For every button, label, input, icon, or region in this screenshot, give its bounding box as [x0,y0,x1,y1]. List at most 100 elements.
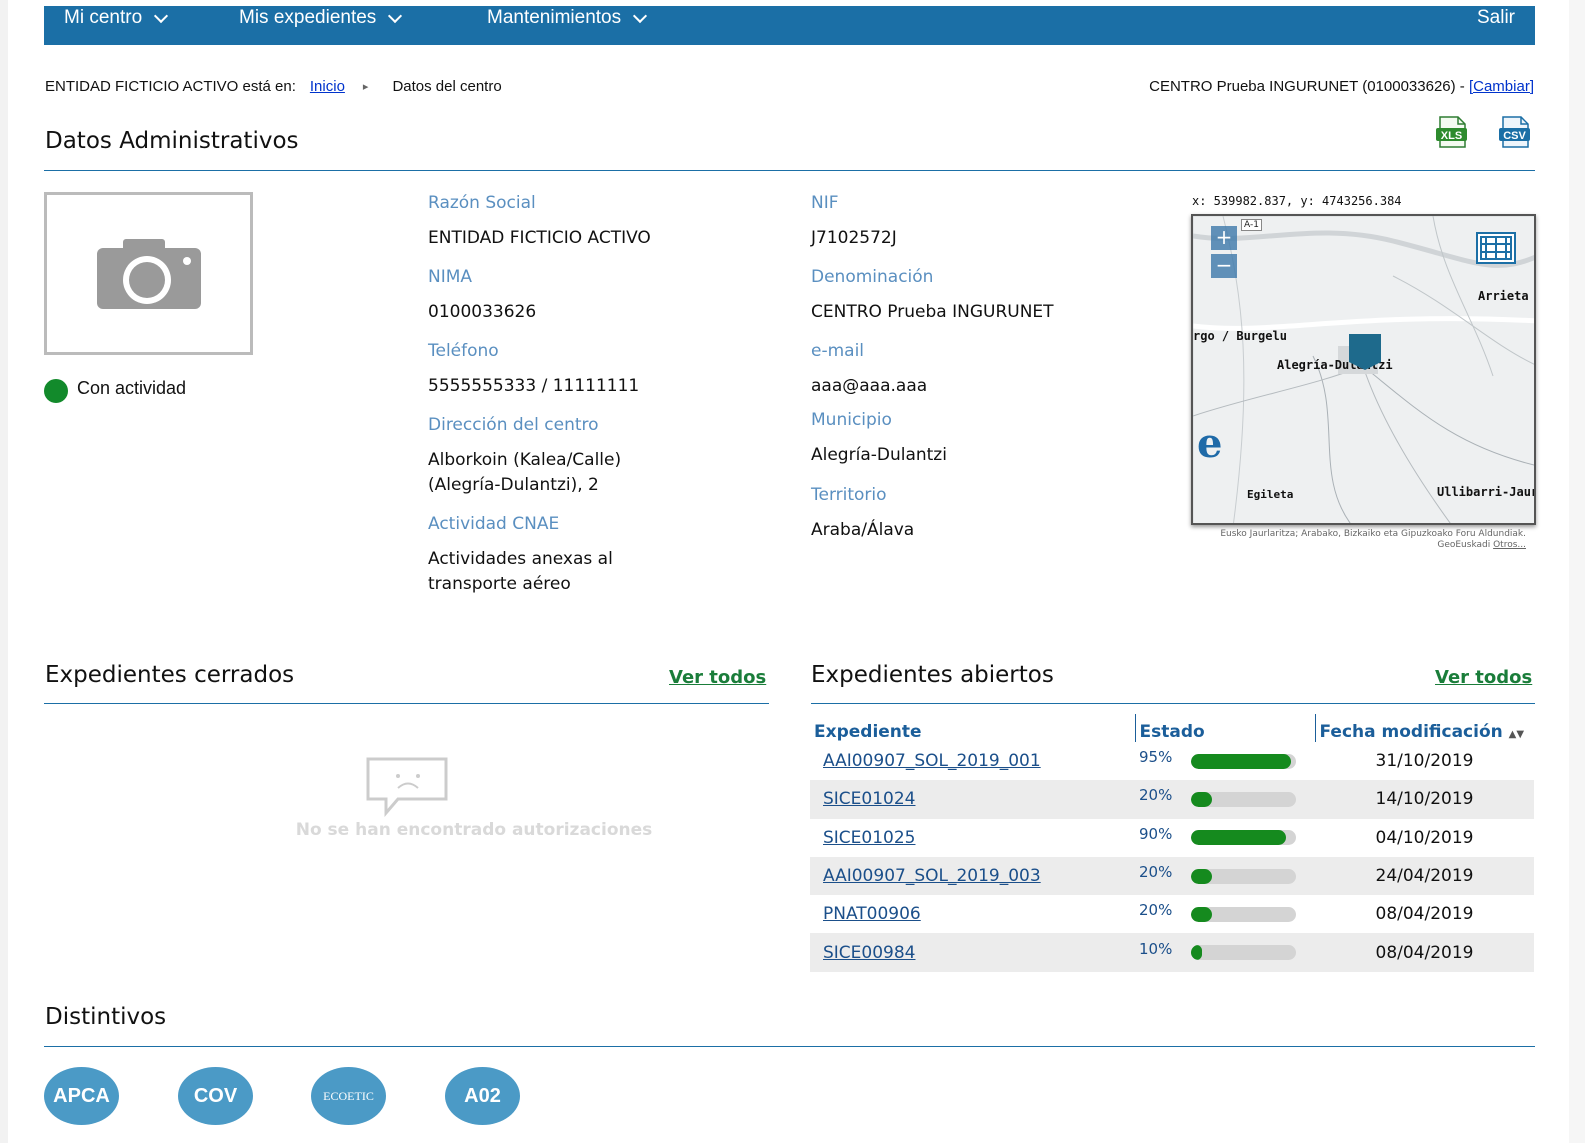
badge-a02[interactable]: A02 [445,1067,520,1125]
field-label-razon-social: Razón Social [428,193,536,213]
column-header-fecha-label: Fecha modificación [1319,722,1503,742]
map-attribution: Eusko Jaurlaritza; Arabako, Bizkaiko eta… [1192,529,1526,551]
progress-bar-fill [1191,868,1212,884]
right-gutter [1569,0,1585,1143]
change-center-link[interactable]: [Cambiar] [1469,78,1534,95]
field-label-email: e-mail [811,341,865,361]
breadcrumb-current: Datos del centro [392,78,502,95]
nav-mi-centro[interactable]: Mi centro [64,7,169,29]
center-photo-placeholder[interactable] [44,192,253,355]
table-row[interactable]: SICE00984 10% 08/04/2019 [810,933,1534,972]
cell-expediente: PNAT00906 [810,895,1135,933]
badge-cov[interactable]: COV [178,1067,253,1125]
map-location-pin-icon[interactable] [1349,334,1381,370]
column-header-fecha[interactable]: Fecha modificación ▲▼ [1314,714,1534,742]
badge-apca[interactable]: APCA [44,1067,119,1125]
xls-export-label: XLS [1441,130,1462,142]
progress-percent: 10% [1139,939,1173,958]
divider [44,1046,1535,1047]
field-label-nima: NIMA [428,267,473,287]
table-row[interactable]: AAI00907_SOL_2019_001 95% 31/10/2019 [810,742,1534,780]
sort-icon[interactable]: ▲▼ [1509,729,1524,740]
divider [44,703,769,704]
field-label-cnae: Actividad CNAE [428,514,560,534]
divider [811,703,1535,704]
progress-bar [1191,753,1296,769]
field-value-cnae-line1: Actividades anexas al [428,549,613,569]
field-value-denominacion: CENTRO Prueba INGURUNET [811,302,1054,322]
progress-percent: 20% [1139,863,1173,882]
expediente-link[interactable]: AAI00907_SOL_2019_003 [823,866,1041,886]
center-info: CENTRO Prueba INGURUNET (0100033626) - [… [1149,78,1534,95]
logout-button[interactable]: Salir [1477,7,1515,29]
chevron-down-icon [388,8,403,23]
progress-bar-fill [1191,906,1212,922]
nav-mi-centro-label: Mi centro [64,7,143,28]
cell-expediente: SICE00984 [810,933,1135,972]
center-info-text: CENTRO Prueba INGURUNET (0100033626) - [1149,78,1469,95]
cell-estado: 10% [1135,933,1315,972]
camera-icon [96,238,201,309]
cell-fecha: 14/10/2019 [1315,780,1534,819]
open-view-all-link[interactable]: Ver todos [1435,667,1532,688]
status-text: Con actividad [77,378,187,398]
map-layers-grid-icon[interactable] [1476,232,1516,264]
map-zoom-in-button[interactable]: + [1211,226,1237,250]
progress-bar [1191,906,1296,922]
progress-indicator: 10% [1139,940,1311,961]
nav-mis-expedientes[interactable]: Mis expedientes [239,7,403,29]
progress-percent: 20% [1139,901,1173,920]
cell-expediente: AAI00907_SOL_2019_001 [810,742,1135,780]
table-row[interactable]: SICE01024 20% 14/10/2019 [810,780,1534,819]
cell-expediente: AAI00907_SOL_2019_003 [810,856,1135,896]
column-header-estado[interactable]: Estado [1134,714,1315,742]
breadcrumb-home-link[interactable]: Inicio [310,78,345,95]
field-value-nima: 0100033626 [428,302,537,322]
expediente-link[interactable]: PNAT00906 [823,904,921,924]
cell-estado: 90% [1135,819,1315,857]
progress-indicator: 20% [1139,786,1311,807]
cell-fecha: 04/10/2019 [1375,827,1474,848]
nav-mantenimientos-label: Mantenimientos [487,7,622,28]
section-title-closed: Expedientes cerrados [45,662,295,688]
field-value-cnae-line2: transporte aéreo [428,574,571,594]
empty-state-text: No se han encontrado autorizaciones [295,820,653,840]
table-row[interactable]: SICE01025 90% 04/10/2019 [810,819,1534,857]
map-zoom-out-button[interactable]: − [1211,254,1237,278]
breadcrumb-prefix: ENTIDAD FICTICIO ACTIVO está en: [45,78,296,95]
map-attribution-link[interactable]: Otros... [1493,540,1526,550]
expediente-link[interactable]: SICE01025 [823,828,916,848]
field-value-direccion-line1: Alborkoin (Kalea/Calle) [428,450,622,470]
column-header-expediente[interactable]: Expediente [810,714,1135,742]
expediente-link[interactable]: SICE01024 [823,789,916,809]
location-map[interactable]: + − A-1 Arrieta rgo / Burgelu Alegría-Du… [1191,214,1536,525]
xls-export-icon[interactable]: XLS [1435,115,1469,149]
divider [44,170,1535,171]
csv-export-icon[interactable]: CSV [1498,115,1532,149]
status-indicator-icon [44,379,68,403]
closed-view-all-link[interactable]: Ver todos [669,667,766,688]
progress-indicator: 20% [1139,901,1311,922]
cell-expediente: SICE01025 [810,819,1135,857]
progress-bar-fill [1191,791,1212,807]
field-label-territorio: Territorio [811,485,887,505]
nav-mantenimientos[interactable]: Mantenimientos [487,7,648,29]
expediente-link[interactable]: SICE00984 [823,943,916,963]
badge-ecoetic[interactable]: ECOETIC [311,1067,386,1125]
cell-estado: 20% [1135,780,1315,819]
map-label-egileta: Egileta [1247,488,1294,501]
expediente-link[interactable]: AAI00907_SOL_2019_001 [823,751,1041,771]
field-value-razon-social: ENTIDAD FICTICIO ACTIVO [428,228,651,248]
left-gutter [0,0,8,1143]
table-row[interactable]: PNAT00906 20% 08/04/2019 [810,895,1534,933]
section-title-distintivos: Distintivos [45,1004,167,1030]
open-files-table: Expediente Estado Fecha modificación ▲▼ … [810,714,1534,972]
map-label-burgelu: rgo / Burgelu [1193,329,1287,343]
field-label-municipio: Municipio [811,410,892,430]
table-row[interactable]: AAI00907_SOL_2019_003 20% 24/04/2019 [810,856,1534,896]
section-title-open: Expedientes abiertos [811,662,1054,688]
nav-mis-expedientes-label: Mis expedientes [239,7,377,28]
cell-fecha: 08/04/2019 [1315,933,1534,972]
progress-percent: 95% [1139,748,1173,767]
cell-estado: 95% [1135,742,1315,780]
